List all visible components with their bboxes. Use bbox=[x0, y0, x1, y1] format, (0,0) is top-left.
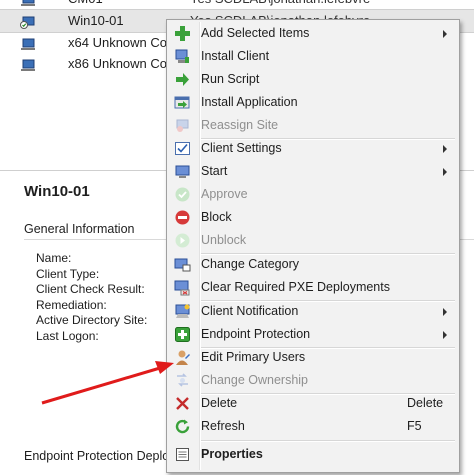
menu-item-label: Approve bbox=[201, 187, 248, 201]
menu-item-client-settings[interactable]: Client Settings bbox=[169, 137, 457, 160]
endpoint-protection-icon bbox=[174, 326, 191, 343]
computer-icon bbox=[20, 57, 36, 71]
detail-title: Win10-01 bbox=[24, 183, 90, 200]
approve-check-icon bbox=[174, 186, 191, 203]
menu-item-label: Clear Required PXE Deployments bbox=[201, 280, 390, 294]
menu-item-install-application[interactable]: Install Application bbox=[169, 91, 457, 114]
menu-item-start[interactable]: Start bbox=[169, 160, 457, 183]
submenu-arrow-icon bbox=[443, 331, 447, 339]
menu-item-label: Edit Primary Users bbox=[201, 350, 306, 364]
field-remediation-label: Remediation: bbox=[36, 297, 107, 312]
menu-item-label: Unblock bbox=[201, 233, 247, 247]
install-client-icon bbox=[174, 48, 191, 65]
menu-item-label: Properties bbox=[201, 447, 263, 461]
menu-item-label: Reassign Site bbox=[201, 118, 279, 132]
submenu-arrow-icon bbox=[443, 308, 447, 316]
add-green-plus-icon bbox=[174, 25, 191, 42]
submenu-arrow-icon bbox=[443, 168, 447, 176]
field-client-type-label: Client Type: bbox=[36, 266, 100, 281]
client-notification-icon bbox=[174, 303, 191, 320]
menu-item-client-notification[interactable]: Client Notification bbox=[169, 300, 457, 323]
field-client-check-label: Client Check Result: bbox=[36, 282, 145, 296]
clear-pxe-icon bbox=[174, 279, 191, 296]
menu-item-label: Install Client bbox=[201, 49, 270, 63]
menu-item-label: Add Selected Items bbox=[201, 26, 310, 40]
device-name: Win10-01 bbox=[68, 13, 124, 28]
endpoint-protection-header: Endpoint Protection Deploy bbox=[24, 449, 176, 463]
menu-item-label: Block bbox=[201, 210, 232, 224]
menu-item-run-script[interactable]: Run Script bbox=[169, 68, 457, 91]
properties-icon bbox=[174, 446, 191, 463]
menu-item-delete[interactable]: Delete Delete bbox=[169, 392, 457, 415]
menu-item-label: Start bbox=[201, 164, 228, 178]
menu-item-shortcut: Delete bbox=[407, 396, 444, 410]
menu-item-unblock[interactable]: Unblock bbox=[169, 229, 457, 252]
change-ownership-icon bbox=[174, 372, 191, 389]
submenu-arrow-icon bbox=[443, 30, 447, 38]
computer-icon bbox=[20, 36, 36, 50]
menu-item-properties[interactable]: Properties bbox=[169, 443, 457, 466]
menu-item-label: Run Script bbox=[201, 72, 260, 86]
menu-item-endpoint-protection[interactable]: Endpoint Protection bbox=[169, 323, 457, 346]
menu-item-shortcut: F5 bbox=[407, 419, 422, 433]
field-ad-site-label: Active Directory Site: bbox=[36, 313, 148, 327]
menu-item-reassign-site[interactable]: Reassign Site bbox=[169, 114, 457, 137]
change-category-icon bbox=[174, 256, 191, 273]
computer-client-icon bbox=[20, 14, 36, 29]
delete-x-icon bbox=[174, 395, 191, 412]
edit-primary-users-icon bbox=[174, 349, 191, 366]
menu-item-label: Change Category bbox=[201, 257, 299, 271]
client-settings-icon bbox=[174, 140, 191, 157]
menu-item-install-client[interactable]: Install Client bbox=[169, 45, 457, 68]
reassign-site-icon bbox=[174, 117, 191, 134]
install-application-icon bbox=[174, 94, 191, 111]
menu-item-clear-pxe[interactable]: Clear Required PXE Deployments bbox=[169, 276, 457, 299]
menu-item-label: Delete bbox=[201, 396, 238, 410]
submenu-arrow-icon bbox=[443, 145, 447, 153]
menu-item-add-selected-items[interactable]: Add Selected Items bbox=[169, 22, 457, 45]
menu-item-edit-primary-users[interactable]: Edit Primary Users bbox=[169, 346, 457, 369]
menu-item-label: Change Ownership bbox=[201, 373, 309, 387]
menu-item-approve[interactable]: Approve bbox=[169, 183, 457, 206]
menu-item-label: Client Notification bbox=[201, 304, 299, 318]
refresh-icon bbox=[174, 418, 191, 435]
block-icon bbox=[174, 209, 191, 226]
general-information-header: General Information bbox=[24, 222, 135, 236]
menu-item-label: Refresh bbox=[201, 419, 245, 433]
computer-icon bbox=[20, 0, 36, 6]
menu-item-label: Install Application bbox=[201, 95, 298, 109]
start-icon bbox=[174, 163, 191, 180]
menu-item-change-category[interactable]: Change Category bbox=[169, 253, 457, 276]
unblock-icon bbox=[174, 232, 191, 249]
field-last-logon-label: Last Logon: bbox=[36, 328, 99, 343]
menu-separator bbox=[201, 440, 455, 442]
menu-item-refresh[interactable]: Refresh F5 bbox=[169, 415, 457, 438]
menu-item-block[interactable]: Block bbox=[169, 206, 457, 229]
menu-item-label: Endpoint Protection bbox=[201, 327, 311, 341]
menu-item-change-ownership[interactable]: Change Ownership bbox=[169, 369, 457, 392]
run-script-arrow-icon bbox=[174, 71, 191, 88]
field-name-label: Name: bbox=[36, 251, 72, 265]
menu-item-label: Client Settings bbox=[201, 141, 282, 155]
context-menu: Add Selected Items Install Client Run Sc… bbox=[166, 19, 460, 473]
